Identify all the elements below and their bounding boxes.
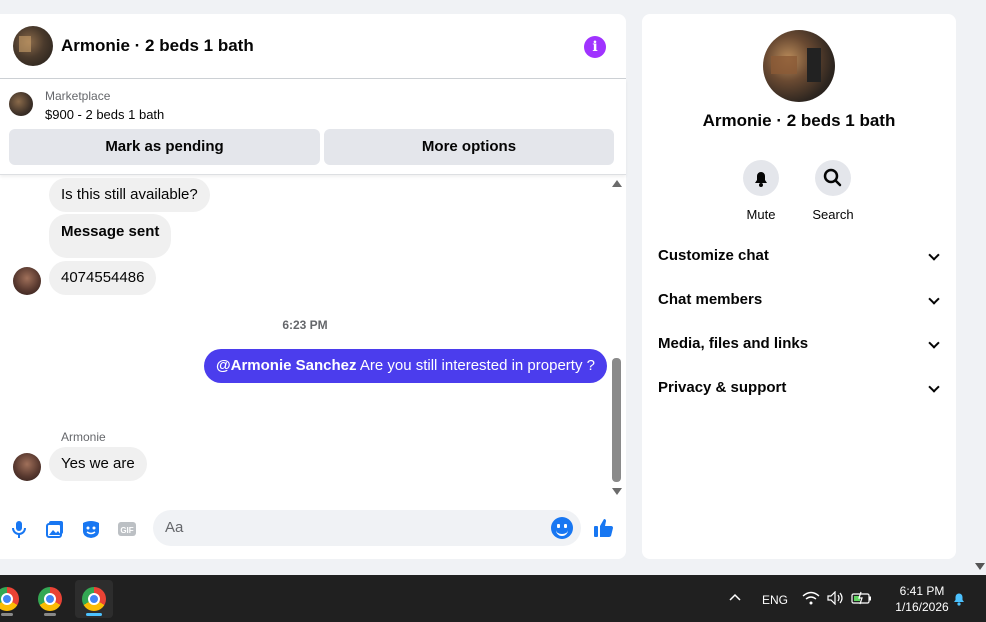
sticker-icon[interactable] <box>81 519 101 539</box>
message-bubble[interactable]: Yes we are <box>49 447 147 481</box>
privacy-support-section[interactable]: Privacy & support <box>658 374 940 402</box>
message-bubble[interactable]: Is this still available? <box>49 178 210 212</box>
sent-message-text: Are you still interested in property ? <box>356 357 595 374</box>
section-label: Media, files and links <box>658 335 809 352</box>
running-indicator <box>1 613 13 616</box>
sent-message-bubble[interactable]: @Armonie Sanchez Are you still intereste… <box>204 349 607 383</box>
running-indicator <box>86 613 102 616</box>
contact-avatar[interactable] <box>13 267 41 295</box>
sender-name: Armonie <box>61 430 106 444</box>
taskbar-chrome-app[interactable] <box>31 580 69 618</box>
chat-members-section[interactable]: Chat members <box>658 286 940 314</box>
message-list: Is this still available? Message sent 40… <box>0 176 610 510</box>
volume-icon[interactable] <box>827 591 843 605</box>
battery-icon[interactable] <box>851 591 873 605</box>
chat-title[interactable]: Armonie · 2 beds 1 bath <box>61 36 254 56</box>
message-bubble[interactable]: Message sent <box>49 214 172 258</box>
message-composer: GIF Aa <box>0 510 626 550</box>
chevron-up-icon[interactable] <box>729 593 741 601</box>
more-options-button[interactable]: More options <box>324 129 614 165</box>
chat-avatar[interactable] <box>13 26 53 66</box>
taskbar: ENG 6:41 PM 1/16/2026 <box>0 575 986 622</box>
taskbar-chrome-app-active[interactable] <box>75 580 113 618</box>
scroll-up-arrow[interactable] <box>612 180 622 187</box>
section-label: Privacy & support <box>658 379 787 396</box>
bell-icon <box>755 172 767 187</box>
section-label: Customize chat <box>658 247 769 264</box>
chevron-down-icon <box>928 249 940 261</box>
customize-chat-section[interactable]: Customize chat <box>658 242 940 270</box>
chrome-icon <box>82 587 106 611</box>
chrome-icon <box>0 587 19 611</box>
profile-avatar[interactable] <box>763 30 835 102</box>
chat-header: Armonie · 2 beds 1 bath i <box>0 14 626 79</box>
listing-price: $900 - 2 beds 1 bath <box>45 107 165 122</box>
svg-text:GIF: GIF <box>120 526 133 535</box>
scroll-thumb[interactable] <box>612 358 621 482</box>
thumbs-up-icon[interactable] <box>593 517 615 539</box>
message-bubble[interactable]: 4074554486 <box>49 261 157 295</box>
scroll-down-arrow[interactable] <box>612 488 622 495</box>
mention-link[interactable]: @Armonie Sanchez <box>216 357 357 374</box>
message-timestamp: 6:23 PM <box>282 318 328 332</box>
marketplace-banner: Marketplace $900 - 2 beds 1 bath Mark as… <box>0 79 626 175</box>
running-indicator <box>44 613 56 616</box>
conversation-info-panel: Armonie · 2 beds 1 bath Mute Search Cust… <box>642 14 956 559</box>
photo-icon[interactable] <box>45 519 65 539</box>
chat-scrollbar[interactable] <box>610 180 624 498</box>
chevron-down-icon <box>928 337 940 349</box>
chevron-down-icon <box>928 381 940 393</box>
search-button[interactable]: Search <box>803 160 863 222</box>
profile-name: Armonie · 2 beds 1 bath <box>702 111 896 130</box>
emoji-icon[interactable] <box>551 517 573 539</box>
gif-icon[interactable]: GIF <box>117 519 137 539</box>
info-icon[interactable]: i <box>584 36 606 58</box>
taskbar-chrome-app[interactable] <box>0 580 26 618</box>
wifi-icon[interactable] <box>802 591 820 605</box>
mute-label: Mute <box>746 207 776 222</box>
mute-button[interactable]: Mute <box>731 160 791 222</box>
page-scroll-down-arrow[interactable] <box>975 563 985 570</box>
mark-as-pending-button[interactable]: Mark as pending <box>9 129 320 165</box>
contact-avatar[interactable] <box>13 453 41 481</box>
page-scrollbar[interactable] <box>972 0 986 575</box>
message-input[interactable]: Aa <box>153 510 581 546</box>
notification-bell-icon[interactable] <box>951 590 967 607</box>
chat-panel: Armonie · 2 beds 1 bath i Marketplace $9… <box>0 14 626 559</box>
section-label: Chat members <box>658 291 763 308</box>
search-label: Search <box>812 207 854 222</box>
media-files-links-section[interactable]: Media, files and links <box>658 330 940 358</box>
chrome-icon <box>38 587 62 611</box>
microphone-icon[interactable] <box>9 519 29 539</box>
chevron-down-icon <box>928 293 940 305</box>
language-indicator[interactable]: ENG <box>762 593 788 607</box>
search-icon <box>823 168 842 187</box>
marketplace-label: Marketplace <box>45 89 111 103</box>
listing-thumbnail[interactable] <box>9 92 33 116</box>
